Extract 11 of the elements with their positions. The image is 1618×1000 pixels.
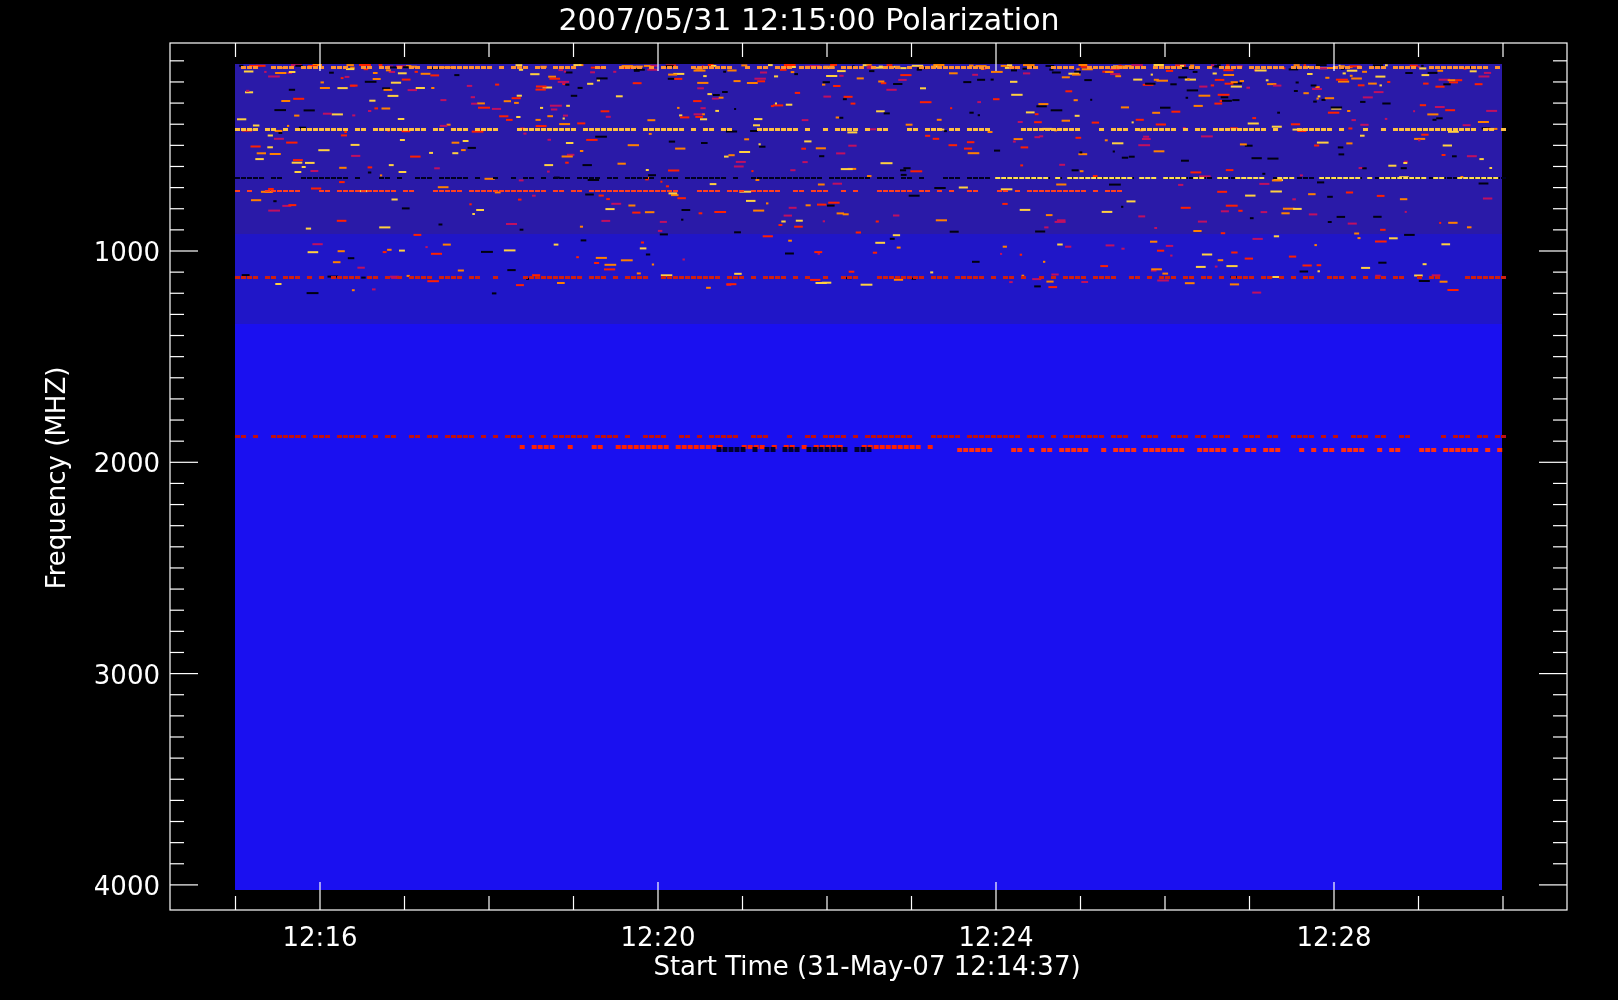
y-tick-label: 4000: [93, 870, 160, 901]
x-tick-label: 12:28: [1296, 922, 1372, 952]
x-tick-label: 12:16: [282, 922, 358, 952]
x-axis-title: Start Time (31-May-07 12:14:37): [653, 951, 1081, 981]
y-tick-label: 3000: [93, 659, 160, 690]
x-tick-label: 12:24: [958, 922, 1034, 952]
y-axis-title: Frequency (MHZ): [41, 366, 71, 590]
x-tick-label: 12:20: [620, 922, 696, 952]
plot-title: 2007/05/31 12:15:00 Polarization: [558, 2, 1060, 37]
y-tick-label: 1000: [93, 237, 160, 267]
y-tick-label: 2000: [93, 448, 160, 479]
